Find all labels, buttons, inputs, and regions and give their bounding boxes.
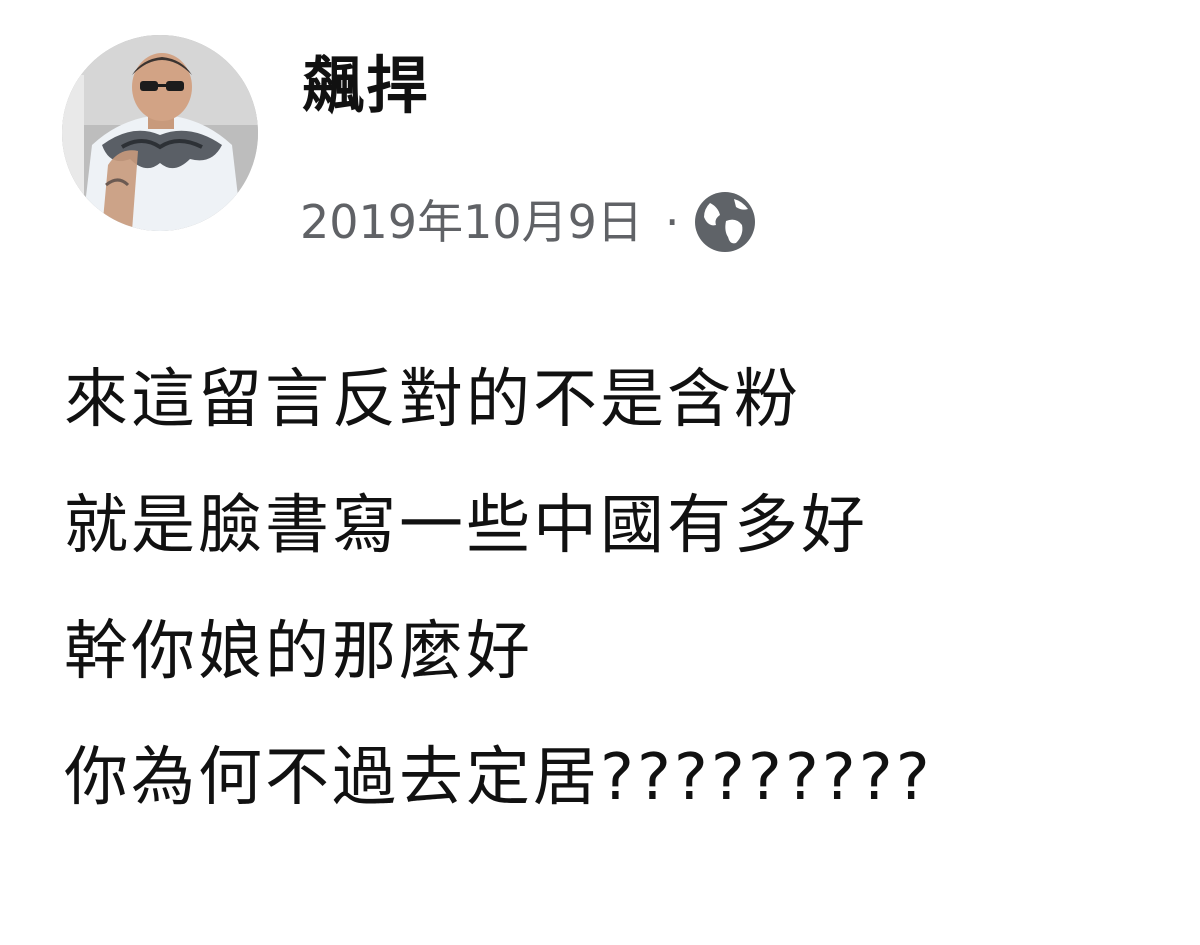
avatar-photo: [62, 35, 258, 231]
post-text-line: 來這留言反對的不是含粉: [64, 363, 801, 437]
globe-icon[interactable]: [690, 187, 760, 257]
post-text-line: 就是臉書寫一些中國有多好: [64, 489, 868, 563]
post-text-line: 你為何不過去定居?????????: [64, 741, 933, 815]
avatar[interactable]: [62, 35, 258, 231]
post-meta: 2019年10月9日 ·: [300, 186, 760, 258]
facebook-post: 飆捍 2019年10月9日 · 來這留言反對的不是含粉 就是臉書寫一些中國有多好…: [0, 0, 1200, 945]
author-name[interactable]: 飆捍: [302, 46, 430, 126]
post-body: 來這留言反對的不是含粉 就是臉書寫一些中國有多好 幹你娘的那麼好 你為何不過去定…: [64, 337, 1174, 841]
meta-separator: ·: [664, 195, 680, 249]
post-text-line: 幹你娘的那麼好: [64, 615, 533, 689]
post-timestamp[interactable]: 2019年10月9日: [300, 186, 643, 258]
